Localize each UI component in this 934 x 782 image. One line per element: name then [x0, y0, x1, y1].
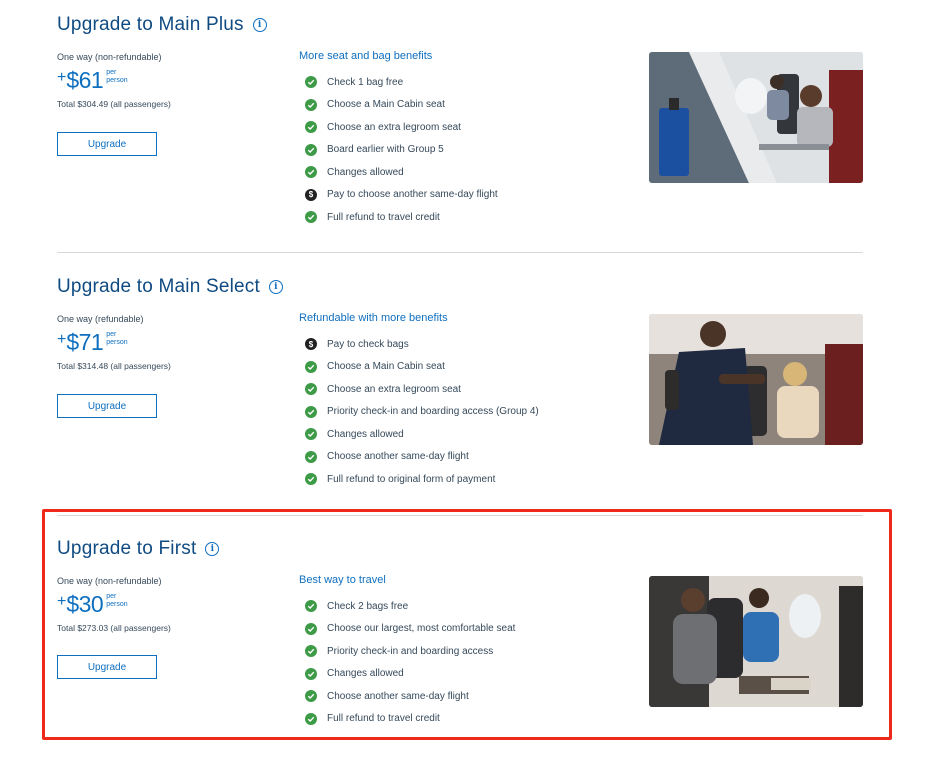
benefit-item: Choose a Main Cabin seat: [305, 94, 498, 117]
main-plus-cabin-photo: [649, 52, 863, 183]
per-person-label: per person: [106, 69, 127, 85]
price-amount: $71: [66, 329, 104, 355]
section-divider: [57, 252, 863, 253]
person-label: person: [106, 77, 128, 84]
benefit-item: Check 1 bag free: [305, 71, 498, 94]
upgrade-main-select-section: Upgrade to Main Select i One way (refund…: [57, 276, 863, 496]
check-icon: [305, 405, 317, 418]
benefits-heading: More seat and bag benefits: [299, 50, 433, 62]
per-person-label: per person: [106, 331, 127, 347]
upgrade-main-plus-section: Upgrade to Main Plus i One way (non-refu…: [57, 14, 863, 234]
check-icon: [305, 211, 317, 224]
benefit-item: Choose a Main Cabin seat: [305, 356, 539, 379]
benefits-list: Check 1 bag free Choose a Main Cabin sea…: [305, 71, 498, 229]
benefit-text: Full refund to original form of payment: [327, 473, 496, 485]
benefit-text: Choose another same-day flight: [327, 451, 469, 463]
benefit-item: Changes allowed: [305, 161, 498, 184]
price-plus: +: [57, 331, 67, 348]
benefit-item: Board earlier with Group 5: [305, 139, 498, 162]
benefits-list: $ Pay to check bags Choose a Main Cabin s…: [305, 333, 539, 491]
check-icon: [305, 428, 317, 441]
benefit-text: Choose an extra legroom seat: [327, 383, 461, 395]
section-title-text: Upgrade to Main Plus: [57, 14, 244, 35]
dollar-icon: $: [305, 338, 317, 351]
check-icon: [305, 98, 317, 111]
benefit-item: $ Pay to choose another same-day flight: [305, 184, 498, 207]
benefit-text: Full refund to travel credit: [327, 211, 440, 223]
section-title: Upgrade to Main Plus i: [57, 14, 267, 36]
benefit-text: Choose a Main Cabin seat: [327, 361, 445, 373]
benefit-item: Priority check-in and boarding access (G…: [305, 401, 539, 424]
benefit-item: Full refund to original form of payment: [305, 468, 539, 491]
benefits-heading: Refundable with more benefits: [299, 312, 448, 324]
per-label: per: [106, 69, 117, 76]
check-icon: [305, 121, 317, 134]
total-price: Total $304.49 (all passengers): [57, 99, 171, 109]
upgrade-button[interactable]: Upgrade: [57, 132, 157, 156]
info-icon[interactable]: i: [252, 18, 267, 32]
benefit-item: Full refund to travel credit: [305, 206, 498, 229]
price: + $61 per person: [57, 67, 128, 94]
check-icon: [305, 143, 317, 156]
benefit-text: Pay to check bags: [327, 338, 409, 350]
selected-option-highlight: [42, 509, 892, 740]
fare-type: One way (non-refundable): [57, 52, 162, 62]
price: + $71 per person: [57, 329, 128, 356]
section-title: Upgrade to Main Select i: [57, 276, 283, 298]
benefit-item: Choose an extra legroom seat: [305, 378, 539, 401]
check-icon: [305, 76, 317, 89]
benefit-text: Choose an extra legroom seat: [327, 121, 461, 133]
benefit-text: Pay to choose another same-day flight: [327, 189, 498, 201]
benefit-text: Priority check-in and boarding access (G…: [327, 406, 539, 418]
benefit-text: Check 1 bag free: [327, 76, 404, 88]
benefit-item: Choose an extra legroom seat: [305, 116, 498, 139]
main-select-cabin-photo: [649, 314, 863, 445]
benefit-text: Changes allowed: [327, 428, 404, 440]
benefit-text: Choose a Main Cabin seat: [327, 99, 445, 111]
benefit-item: $ Pay to check bags: [305, 333, 539, 356]
check-icon: [305, 450, 317, 463]
benefit-text: Changes allowed: [327, 166, 404, 178]
section-title-text: Upgrade to Main Select: [57, 276, 260, 297]
check-icon: [305, 473, 317, 486]
check-icon: [305, 383, 317, 396]
price-plus: +: [57, 69, 67, 86]
benefit-text: Board earlier with Group 5: [327, 144, 444, 156]
check-icon: [305, 360, 317, 373]
benefit-item: Choose another same-day flight: [305, 446, 539, 469]
upgrade-button[interactable]: Upgrade: [57, 394, 157, 418]
benefit-item: Changes allowed: [305, 423, 539, 446]
price-amount: $61: [66, 67, 104, 93]
check-icon: [305, 166, 317, 179]
total-price: Total $314.48 (all passengers): [57, 361, 171, 371]
fare-type: One way (refundable): [57, 314, 144, 324]
person-label: person: [106, 339, 128, 346]
info-icon[interactable]: i: [268, 280, 283, 294]
dollar-icon: $: [305, 188, 317, 201]
per-label: per: [106, 331, 117, 338]
